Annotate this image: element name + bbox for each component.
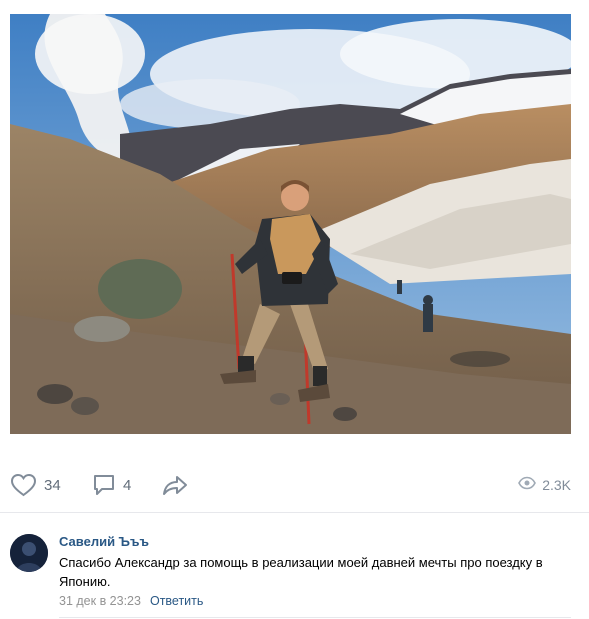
post-actions-bar: 34 4 2.3K — [0, 462, 589, 506]
post-photo[interactable] — [10, 14, 571, 434]
comment-count: 4 — [123, 476, 132, 494]
post-card: 34 4 2.3K Савелий Ъъъ Спасибо Александр … — [0, 0, 589, 619]
views-counter: 2.3K — [518, 472, 571, 498]
like-count: 34 — [44, 476, 61, 494]
mountain-hiker-illustration — [10, 14, 571, 434]
heart-icon — [10, 473, 37, 497]
comment-date[interactable]: 31 дек в 23:23 — [59, 594, 141, 608]
comment-button[interactable]: 4 — [92, 472, 131, 498]
views-count: 2.3K — [542, 477, 571, 493]
eye-icon — [518, 476, 537, 495]
comment-divider — [59, 617, 571, 618]
like-button[interactable]: 34 — [10, 472, 61, 498]
share-arrow-icon — [162, 474, 188, 496]
comment-author[interactable]: Савелий Ъъъ — [59, 534, 149, 549]
avatar[interactable] — [10, 534, 48, 572]
reply-link[interactable]: Ответить — [150, 594, 203, 608]
comment-bubble-icon — [92, 473, 116, 497]
divider — [0, 512, 589, 513]
comment-meta: 31 дек в 23:23 Ответить — [59, 594, 203, 608]
share-button[interactable] — [162, 472, 188, 498]
comment-text: Спасибо Александр за помощь в реализации… — [59, 555, 543, 589]
